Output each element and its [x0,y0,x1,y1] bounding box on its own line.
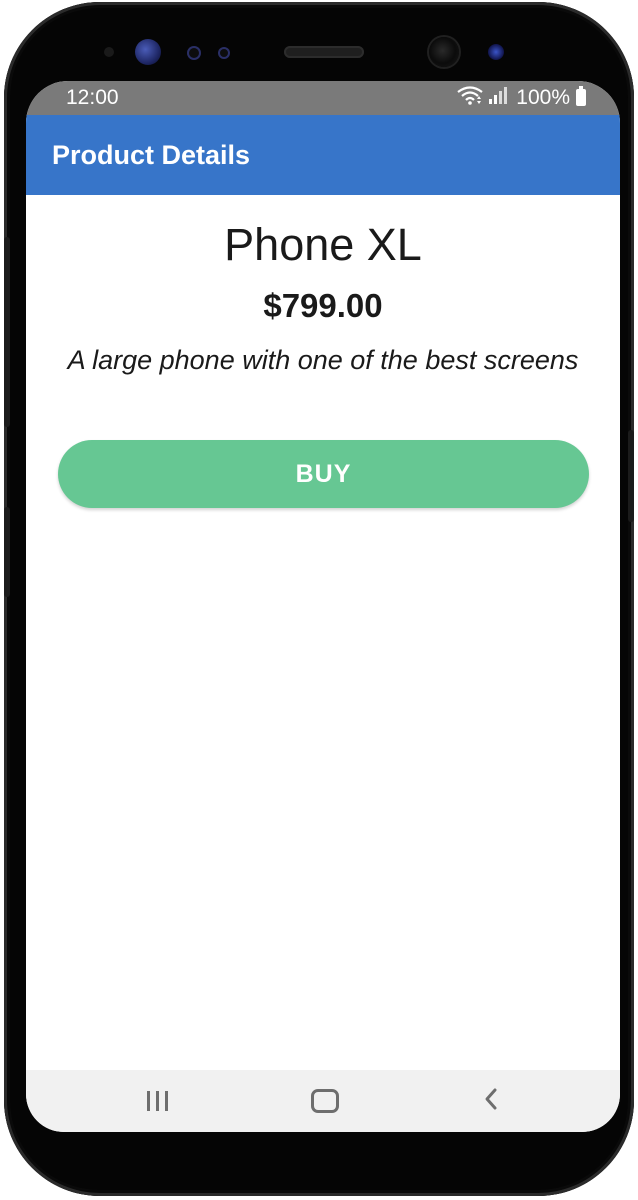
product-price: $799.00 [263,287,383,324]
battery-icon [576,86,586,106]
power-button [628,430,634,522]
status-bar: 12:00 100% [26,81,620,115]
back-button[interactable] [451,1070,531,1132]
buy-button[interactable]: BUY [58,440,589,508]
status-time: 12:00 [66,86,119,109]
battery-percent: 100% [516,85,570,109]
iris-camera-icon [488,44,504,60]
volume-button [4,237,10,427]
signal-icon [488,85,508,110]
product-description: A large phone with one of the best scree… [67,345,579,375]
app-bar: Product Details [26,115,620,195]
bixby-button [4,507,10,597]
iris-sensor [135,39,161,65]
product-name: Phone XL [224,219,422,270]
screen: 12:00 100% Product Details Phone XL $799… [26,81,620,1132]
recent-apps-button[interactable] [117,1070,197,1132]
navigation-bar [26,1070,620,1132]
earpiece-speaker [284,46,364,58]
home-button[interactable] [285,1070,365,1132]
light-sensor [187,46,201,60]
proximity-sensor [104,47,114,57]
front-camera-icon [429,37,459,67]
page-title: Product Details [52,140,251,170]
phone-frame: 12:00 100% Product Details Phone XL $799… [4,2,634,1196]
status-icons: 100% [456,85,586,110]
wifi-icon [456,85,484,110]
recent-apps-icon [146,1091,168,1111]
sensor-dot [218,47,230,59]
back-icon [483,1087,499,1116]
home-icon [311,1089,339,1113]
